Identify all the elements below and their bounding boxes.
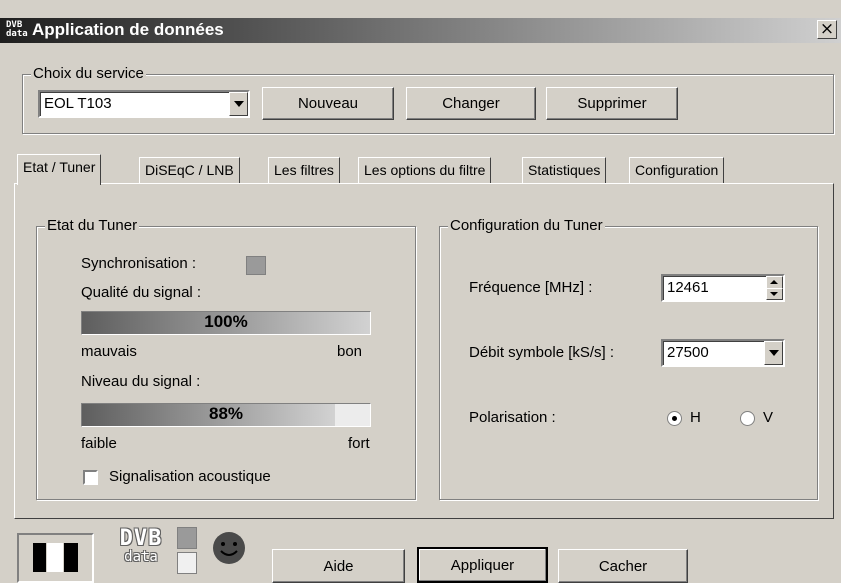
app-icon: DVB data <box>6 20 28 39</box>
tab-diseqc-lnb[interactable]: DiSEqC / LNB <box>139 157 240 183</box>
level-high-label: fort <box>348 435 370 452</box>
signal-level-bar: 88% <box>81 403 371 427</box>
polarization-label: Polarisation : <box>469 409 556 426</box>
service-select-value: EOL T103 <box>44 95 112 112</box>
symbol-rate-select[interactable]: 27500 <box>661 339 785 367</box>
polarization-h-label: H <box>690 409 701 426</box>
acoustic-signal-label: Signalisation acoustique <box>109 468 271 485</box>
level-low-label: faible <box>81 435 117 452</box>
flag-icon[interactable] <box>17 533 94 583</box>
tab-configuration[interactable]: Configuration <box>629 157 725 183</box>
acoustic-signal-checkbox[interactable] <box>83 470 98 485</box>
tab-filter-options[interactable]: Les options du filtre <box>358 157 492 183</box>
signal-level-percent: 88% <box>208 404 244 423</box>
window-title: Application de données <box>32 20 224 39</box>
signal-quality-percent: 100% <box>204 312 248 331</box>
service-group-label: Choix du service <box>31 65 146 82</box>
tab-filters[interactable]: Les filtres <box>268 157 340 183</box>
new-service-button[interactable]: Nouveau <box>262 87 394 120</box>
smiley-icon <box>213 532 245 564</box>
close-button[interactable]: × <box>817 20 837 39</box>
polarization-v-label: V <box>763 409 774 426</box>
title-bar[interactable]: DVB data Application de données × <box>0 18 841 43</box>
help-button[interactable]: Aide <box>272 549 405 583</box>
polarization-h-radio[interactable] <box>667 411 682 426</box>
frequency-label: Fréquence [MHz] : <box>469 279 593 296</box>
signal-quality-bar: 100% <box>81 311 371 335</box>
change-service-button[interactable]: Changer <box>406 87 536 120</box>
status-indicator-bottom <box>177 552 197 574</box>
delete-service-button[interactable]: Supprimer <box>546 87 678 120</box>
app-window: DVB data Application de données × Choix d… <box>0 0 841 583</box>
polarization-v-radio[interactable] <box>740 411 755 426</box>
quality-high-label: bon <box>337 343 363 360</box>
chevron-down-icon[interactable] <box>764 341 783 365</box>
dvb-logo: DVB data <box>119 526 163 565</box>
status-indicator-top <box>177 527 197 549</box>
signal-level-label: Niveau du signal : <box>81 373 201 390</box>
quality-low-label: mauvais <box>81 343 137 360</box>
frequency-value: 12461 <box>667 279 709 296</box>
tuner-state-group-label: Etat du Tuner <box>45 217 140 234</box>
service-select[interactable]: EOL T103 <box>38 90 250 118</box>
tab-etat-tuner[interactable]: Etat / Tuner <box>17 154 102 185</box>
symbol-rate-value: 27500 <box>667 344 709 361</box>
spin-down-icon[interactable] <box>766 288 783 300</box>
sync-indicator <box>246 256 266 275</box>
sync-label: Synchronisation : <box>81 255 197 272</box>
frequency-field[interactable]: 12461 <box>661 274 785 302</box>
signal-quality-label: Qualité du signal : <box>81 284 202 301</box>
chevron-down-icon[interactable] <box>229 92 248 116</box>
tab-statistics[interactable]: Statistiques <box>522 157 607 183</box>
apply-button[interactable]: Appliquer <box>417 547 548 583</box>
tuner-config-group-label: Configuration du Tuner <box>448 217 605 234</box>
symbol-rate-label: Débit symbole [kS/s] : <box>469 344 615 361</box>
hide-button[interactable]: Cacher <box>558 549 688 583</box>
